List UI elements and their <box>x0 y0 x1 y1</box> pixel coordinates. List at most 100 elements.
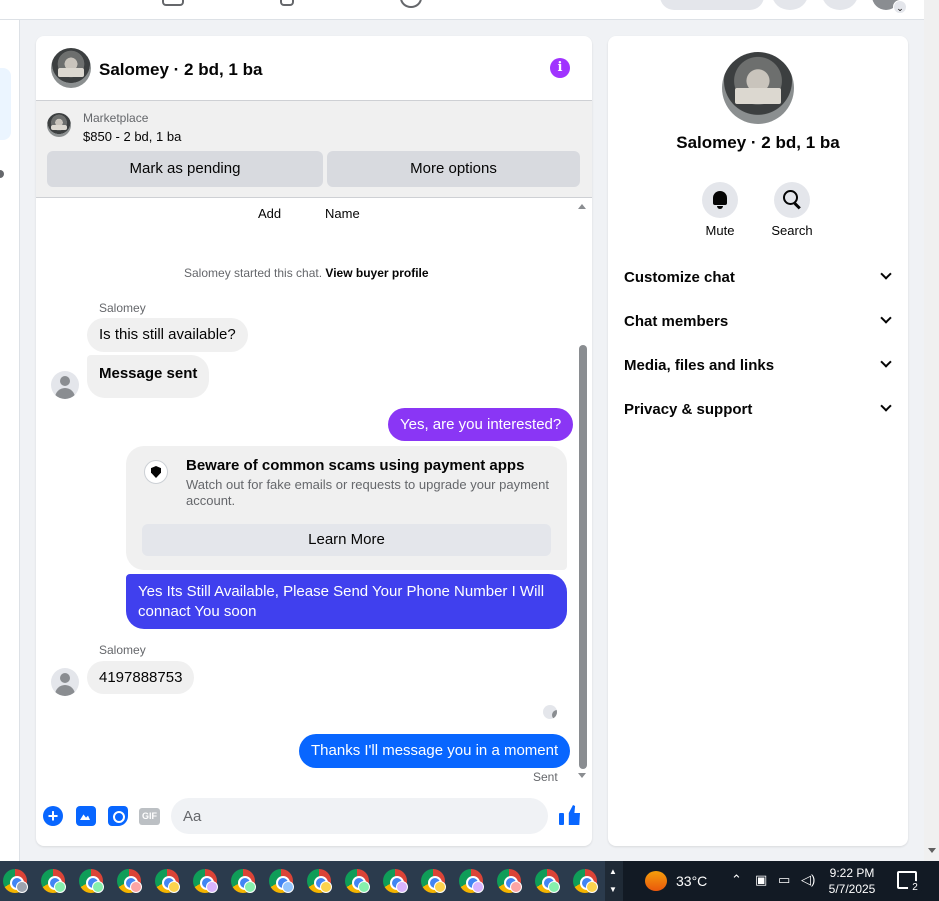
gif-icon[interactable]: GIF <box>139 808 160 825</box>
more-options-button[interactable]: More options <box>327 151 580 187</box>
create-pill-button[interactable] <box>660 0 764 10</box>
menu-grid-button[interactable] <box>772 0 808 10</box>
chevron-down-icon[interactable]: ⌄ <box>893 0 907 14</box>
chevron-down-icon <box>880 400 892 412</box>
groups-nav-icon[interactable] <box>280 0 294 6</box>
chrome-icon[interactable] <box>307 869 332 893</box>
buyer-avatar[interactable] <box>51 371 79 399</box>
message-status: Sent <box>533 770 558 784</box>
clock[interactable]: 9:22 PM 5/7/2025 <box>816 865 888 897</box>
add-label[interactable]: Add <box>258 206 281 221</box>
bell-icon <box>702 182 738 218</box>
listing-large-thumbnail[interactable] <box>722 52 794 124</box>
profile-badge-icon <box>54 881 66 893</box>
chat-started-notice: Salomey started this chat. View buyer pr… <box>184 266 429 280</box>
chrome-icon[interactable] <box>155 869 180 893</box>
chrome-icon[interactable] <box>535 869 560 893</box>
chrome-icon[interactable] <box>383 869 408 893</box>
learn-more-button[interactable]: Learn More <box>142 524 551 556</box>
plus-icon[interactable]: + <box>43 806 63 826</box>
network-icon[interactable]: ▭ <box>778 872 790 888</box>
chrome-icon[interactable] <box>79 869 104 893</box>
scam-warning-title: Beware of common scams using payment app… <box>186 457 525 474</box>
listing-small-thumbnail[interactable] <box>47 113 71 137</box>
time: 9:22 PM <box>829 866 875 880</box>
notification-count: 2 <box>908 881 922 895</box>
message-bubble-incoming[interactable]: 4197888753 <box>87 661 195 694</box>
buyer-avatar[interactable] <box>51 668 79 696</box>
selected-conversation-highlight[interactable] <box>0 68 11 140</box>
left-sidebar-edge <box>0 20 20 861</box>
mark-as-pending-button[interactable]: Mark as pending <box>47 151 323 187</box>
view-buyer-profile-link[interactable]: View buyer profile <box>325 266 428 280</box>
chrome-icon[interactable] <box>3 869 28 893</box>
message-input[interactable]: Aa <box>171 798 548 834</box>
chevron-up-icon[interactable]: ⌃ <box>731 872 742 888</box>
marketplace-nav-icon[interactable] <box>162 0 184 6</box>
sender-name: Salomey <box>99 643 146 657</box>
taskbar: ▲ ▼ 33°C ⌃ ▣ ▭ ◁) 9:22 PM 5/7/2025 2 <box>0 861 939 901</box>
customize-chat-section[interactable]: Customize chat <box>624 260 892 296</box>
chrome-icon[interactable] <box>459 869 484 893</box>
window-scrollbar[interactable] <box>924 0 939 861</box>
chrome-icon[interactable] <box>193 869 218 893</box>
chrome-icon[interactable] <box>573 869 598 893</box>
profile-badge-icon <box>168 881 180 893</box>
photo-icon[interactable] <box>76 806 96 826</box>
profile-badge-icon <box>92 881 104 893</box>
message-bubble-incoming[interactable]: Message sent <box>87 355 210 398</box>
sender-name: Salomey <box>99 301 146 315</box>
gaming-nav-icon[interactable] <box>400 0 422 8</box>
scroll-down-arrow[interactable] <box>578 773 586 778</box>
message-bubble-outgoing[interactable]: Thanks I'll message you in a moment <box>299 734 571 768</box>
privacy-support-section[interactable]: Privacy & support <box>624 392 892 428</box>
chrome-icon[interactable] <box>345 869 370 893</box>
message-bubble-incoming[interactable]: Is this still available? <box>87 318 248 352</box>
media-files-links-section[interactable]: Media, files and links <box>624 348 892 384</box>
listing-thumbnail[interactable] <box>51 48 91 88</box>
chat-title[interactable]: Salomey · 2 bd, 1 ba <box>99 60 262 80</box>
profile-badge-icon <box>586 881 598 893</box>
marketplace-label: Marketplace <box>83 111 149 125</box>
scam-warning-card: Beware of common scams using payment app… <box>126 446 567 570</box>
mute-label: Mute <box>705 223 735 238</box>
taskbar-scroll-arrows[interactable]: ▲ ▼ <box>606 863 620 899</box>
message-input-placeholder: Aa <box>183 808 202 825</box>
mute-button[interactable]: Mute <box>690 182 750 238</box>
thumbs-up-icon[interactable] <box>559 804 581 826</box>
taskbar-apps <box>0 861 605 901</box>
chat-panel: Salomey · 2 bd, 1 ba i Marketplace $850 … <box>36 36 592 846</box>
chat-members-section[interactable]: Chat members <box>624 304 892 340</box>
chrome-icon[interactable] <box>269 869 294 893</box>
profile-badge-icon <box>320 881 332 893</box>
chrome-icon[interactable] <box>231 869 256 893</box>
search-button[interactable]: Search <box>762 182 822 238</box>
volume-icon[interactable]: ◁) <box>801 872 815 888</box>
chrome-icon[interactable] <box>421 869 446 893</box>
chrome-icon[interactable] <box>117 869 142 893</box>
info-icon[interactable]: i <box>550 58 570 78</box>
name-label[interactable]: Name <box>325 206 360 221</box>
section-title: Privacy & support <box>624 401 753 418</box>
section-title: Chat members <box>624 313 729 330</box>
sidebar-dot <box>0 170 4 178</box>
chat-scroll-thumb[interactable] <box>579 345 587 769</box>
listing-price[interactable]: $850 - 2 bd, 1 ba <box>83 129 181 144</box>
section-title: Media, files and links <box>624 357 775 374</box>
chevron-down-icon <box>880 356 892 368</box>
conversation-name: Salomey · 2 bd, 1 ba <box>676 133 840 152</box>
scroll-up-arrow[interactable] <box>578 204 586 209</box>
message-bubble-outgoing[interactable]: Yes Its Still Available, Please Send You… <box>126 574 567 629</box>
temperature[interactable]: 33°C <box>676 873 707 889</box>
profile-badge-icon <box>206 881 218 893</box>
meet-icon[interactable]: ▣ <box>755 872 767 888</box>
message-bubble-outgoing[interactable]: Yes, are you interested? <box>388 408 574 441</box>
window-scroll-down-arrow[interactable] <box>928 848 936 853</box>
chrome-icon[interactable] <box>497 869 522 893</box>
messenger-button[interactable] <box>822 0 858 10</box>
weather-icon[interactable] <box>645 871 667 891</box>
profile-badge-icon <box>548 881 560 893</box>
chrome-icon[interactable] <box>41 869 66 893</box>
search-label: Search <box>771 223 813 238</box>
sticker-icon[interactable] <box>108 806 128 826</box>
